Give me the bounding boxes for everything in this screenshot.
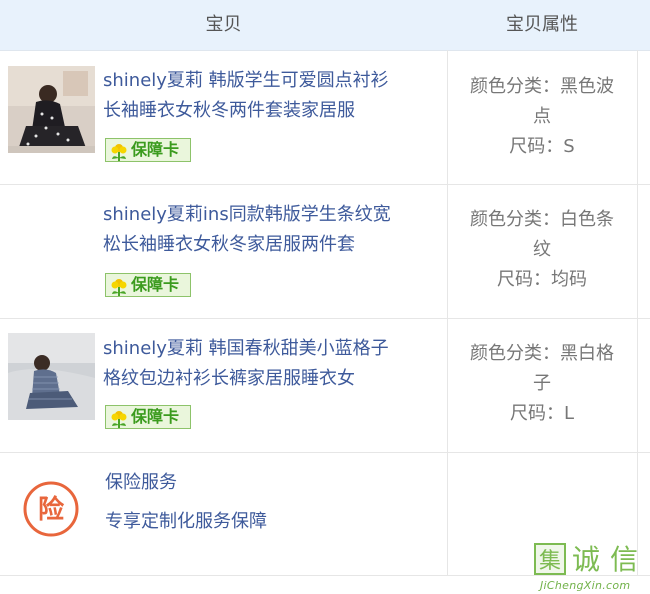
product-attributes: 颜色分类：黑色波 点 尺码：S — [447, 72, 637, 162]
attr-color: 颜色分类：白色条 — [470, 209, 614, 230]
product-attributes: 颜色分类：白色条 纹 尺码：均码 — [447, 205, 637, 295]
attr-color-continued: 点 — [533, 106, 551, 127]
watermark-char-ji: 集 — [534, 543, 566, 583]
table-row: shinely夏莉 韩国春秋甜美小蓝格子 格纹包边衬衫长裤家居服睡衣女 保障卡 颜… — [0, 319, 650, 453]
product-title[interactable]: shinely夏莉 韩版学生可爱圆点衬衫 长袖睡衣女秋冬两件套装家居服 — [103, 66, 433, 126]
badge-label: 保障卡 — [131, 140, 180, 159]
table-header: 宝贝 宝贝属性 — [0, 0, 650, 51]
svg-text:集: 集 — [539, 549, 561, 574]
column-header-item: 宝贝 — [205, 14, 242, 35]
attr-color: 颜色分类：黑色波 — [470, 76, 614, 97]
attr-color: 颜色分类：黑白格 — [470, 343, 614, 364]
attr-size: 尺码：S — [509, 136, 575, 157]
watermark-logo: 集 诚 信 JiChengXin.com — [532, 543, 650, 594]
table-row: shinely夏莉 韩版学生可爱圆点衬衫 长袖睡衣女秋冬两件套装家居服 保障卡 颜… — [0, 51, 650, 185]
guarantee-card-badge[interactable]: 保障卡 — [105, 273, 191, 297]
flower-icon — [111, 411, 127, 428]
attr-size: 尺码：均码 — [497, 269, 587, 290]
badge-label: 保障卡 — [131, 407, 180, 426]
flower-icon — [111, 279, 127, 296]
column-header-attributes: 宝贝属性 — [506, 14, 578, 35]
attr-size: 尺码：L — [509, 403, 575, 424]
flower-icon — [111, 144, 127, 161]
product-attributes: 颜色分类：黑白格 子 尺码：L — [447, 339, 637, 429]
watermark-char-xin: 信 — [610, 543, 639, 576]
watermark-char-cheng: 诚 — [572, 543, 601, 576]
attr-color-continued: 纹 — [533, 239, 551, 260]
product-title[interactable]: shinely夏莉 韩国春秋甜美小蓝格子 格纹包边衬衫长裤家居服睡衣女 — [103, 334, 433, 394]
table-row: shinely夏莉ins同款韩版学生条纹宽 松长袖睡衣女秋冬家居服两件套 保障卡 … — [0, 185, 650, 319]
attr-color-continued: 子 — [533, 373, 551, 394]
product-thumbnail[interactable] — [8, 333, 95, 420]
watermark-domain: JiChengXin.com — [540, 579, 631, 592]
badge-label: 保障卡 — [131, 275, 180, 294]
guarantee-card-badge[interactable]: 保障卡 — [105, 405, 191, 429]
insurance-icon-char: 险 — [38, 494, 65, 525]
guarantee-card-badge[interactable]: 保障卡 — [105, 138, 191, 162]
insurance-service-link[interactable]: 保险服务 — [105, 468, 177, 498]
product-thumbnail[interactable] — [8, 66, 95, 153]
product-title[interactable]: shinely夏莉ins同款韩版学生条纹宽 松长袖睡衣女秋冬家居服两件套 — [103, 200, 433, 260]
insurance-icon: 险 — [23, 481, 79, 537]
insurance-service-subtitle: 专享定制化服务保障 — [105, 511, 267, 532]
